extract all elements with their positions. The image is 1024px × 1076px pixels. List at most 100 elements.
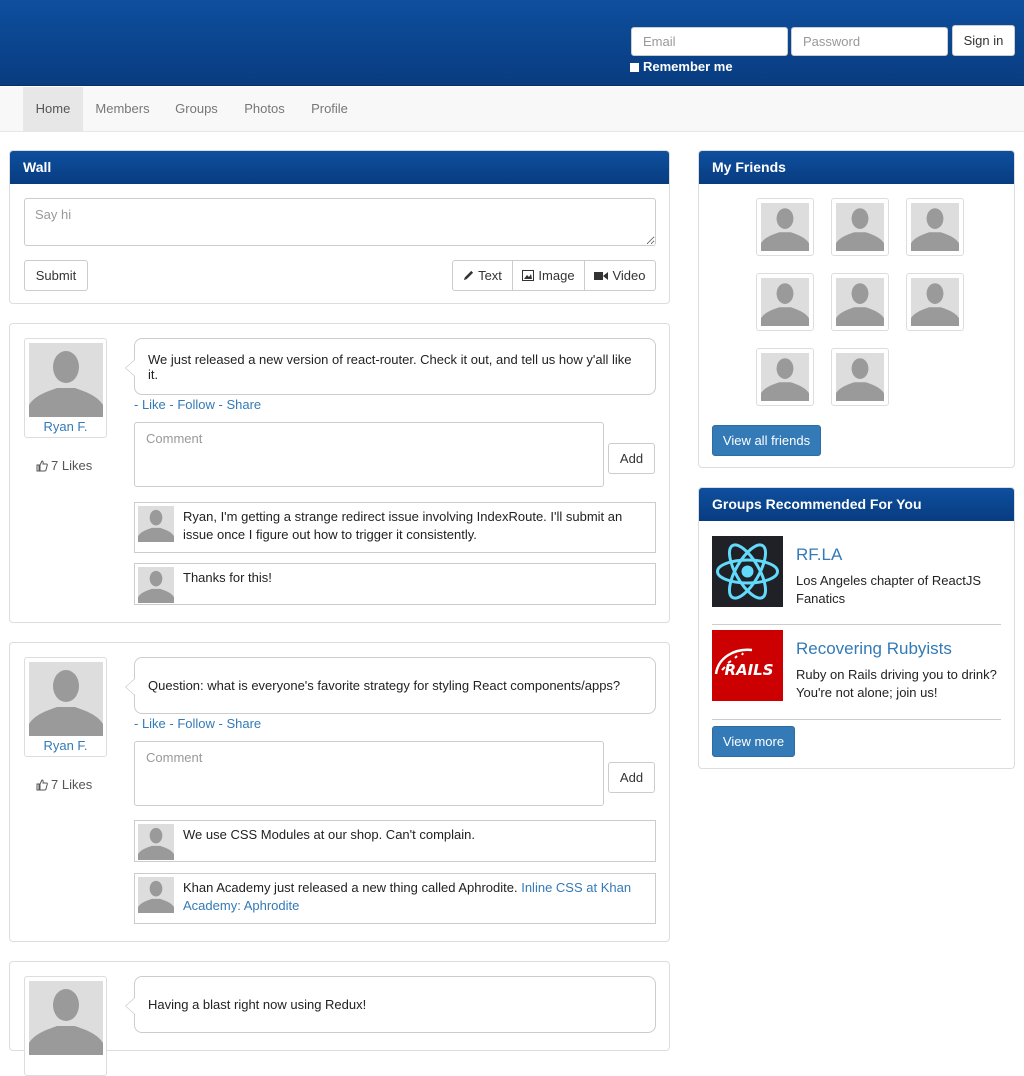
image-icon (522, 270, 535, 281)
group-name-link[interactable]: Recovering Rubyists (796, 639, 952, 659)
person-silhouette-icon (761, 358, 809, 401)
wall-post-input[interactable] (24, 198, 656, 246)
friend-avatar[interactable] (831, 348, 889, 406)
avatar (836, 278, 884, 326)
like-count: 7 Likes (36, 777, 92, 792)
reply-text: Thanks for this! (183, 570, 272, 585)
post-text: Having a blast right now using Redux! (125, 976, 656, 1033)
pencil-icon (463, 270, 474, 281)
remember-me-label: Remember me (643, 59, 733, 74)
person-silhouette-icon (29, 351, 103, 417)
person-silhouette-icon (836, 358, 884, 401)
video-type-label: Video (612, 268, 646, 283)
group-description: Los Angeles chapter of ReactJS Fanatics (796, 573, 982, 606)
nav-item-groups[interactable]: Groups (162, 87, 231, 131)
add-comment-button[interactable]: Add (608, 762, 655, 793)
author-card[interactable]: Ryan F. (24, 657, 107, 757)
text-type-label: Text (478, 268, 502, 283)
reply-text: Ryan, I'm getting a strange redirect iss… (183, 509, 623, 542)
video-type-button[interactable]: Video (584, 260, 656, 291)
nav-item-home[interactable]: Home (23, 87, 83, 131)
like-count: 7 Likes (36, 458, 92, 473)
post-text-content: We just released a new version of react-… (148, 351, 632, 382)
wall-panel: Wall Submit Text Image Video (9, 150, 670, 304)
add-comment-button[interactable]: Add (608, 443, 655, 474)
friend-avatar[interactable] (756, 198, 814, 256)
comment-input[interactable] (134, 741, 604, 806)
reply-avatar (138, 506, 174, 542)
person-silhouette-icon (836, 283, 884, 326)
group-description: Ruby on Rails driving you to drink? You'… (796, 667, 997, 700)
post-actions[interactable]: - Like - Follow - Share (134, 397, 261, 412)
person-silhouette-icon (138, 880, 174, 913)
thumbs-up-icon (36, 459, 48, 471)
like-count-label: 7 Likes (51, 777, 93, 792)
friend-avatar[interactable] (906, 273, 964, 331)
friend-avatar[interactable] (831, 273, 889, 331)
comment-input[interactable] (134, 422, 604, 487)
reply-item: Ryan, I'm getting a strange redirect iss… (134, 502, 656, 553)
avatar (29, 343, 103, 417)
checkbox-icon[interactable] (630, 63, 639, 72)
groups-title: Groups Recommended For You (699, 488, 1014, 521)
sign-in-button[interactable]: Sign in (952, 25, 1015, 56)
friend-avatar[interactable] (756, 273, 814, 331)
friend-avatar[interactable] (831, 198, 889, 256)
friends-title: My Friends (699, 151, 1014, 184)
person-silhouette-icon (836, 208, 884, 251)
react-logo-icon[interactable] (712, 536, 783, 607)
person-silhouette-icon (911, 208, 959, 251)
rails-logo-icon[interactable]: RAILS (712, 630, 783, 701)
text-type-button[interactable]: Text (452, 260, 513, 291)
avatar (761, 278, 809, 326)
image-type-label: Image (538, 268, 575, 283)
remember-me-checkbox[interactable]: Remember me (630, 59, 733, 74)
post-text-content: Question: what is everyone's favorite st… (148, 678, 621, 693)
group-divider (712, 719, 1001, 720)
author-card[interactable]: Ryan F. (24, 338, 107, 438)
author-card[interactable] (24, 976, 107, 1076)
group-divider (712, 624, 1001, 625)
view-all-friends-button[interactable]: View all friends (712, 425, 821, 456)
post-text: We just released a new version of react-… (125, 338, 656, 395)
post-text: Question: what is everyone's favorite st… (125, 657, 656, 714)
nav-item-profile[interactable]: Profile (298, 87, 361, 131)
reply-item: We use CSS Modules at our shop. Can't co… (134, 820, 656, 862)
rails-logo-text: RAILS (724, 661, 773, 679)
author-name-link[interactable]: Ryan F. (25, 419, 106, 434)
author-name-link[interactable]: Ryan F. (25, 738, 106, 753)
person-silhouette-icon (761, 283, 809, 326)
group-name-link[interactable]: RF.LA (796, 545, 842, 565)
view-more-groups-button[interactable]: View more (712, 726, 795, 757)
nav-item-members[interactable]: Members (83, 87, 162, 131)
person-silhouette-icon (138, 827, 174, 860)
wall-title: Wall (10, 151, 669, 184)
avatar (836, 353, 884, 401)
avatar (761, 203, 809, 251)
groups-panel: Groups Recommended For You RF.LA Los Ang… (698, 487, 1015, 769)
avatar (911, 203, 959, 251)
post-actions[interactable]: - Like - Follow - Share (134, 716, 261, 731)
reply-avatar (138, 567, 174, 603)
reply-avatar (138, 824, 174, 860)
thumbs-up-icon (36, 778, 48, 790)
like-count-label: 7 Likes (51, 458, 93, 473)
reply-item: Khan Academy just released a new thing c… (134, 873, 656, 924)
reply-text: Khan Academy just released a new thing c… (183, 879, 651, 915)
post-card: Ryan F. 7 Likes Question: what is everyo… (9, 642, 670, 942)
friend-avatar[interactable] (756, 348, 814, 406)
avatar (836, 203, 884, 251)
reply-text: We use CSS Modules at our shop. Can't co… (183, 827, 475, 842)
main-nav: Home Members Groups Photos Profile (0, 87, 1024, 132)
image-type-button[interactable]: Image (512, 260, 585, 291)
friend-avatar[interactable] (906, 198, 964, 256)
email-input[interactable] (631, 27, 788, 56)
reply-text-content: Khan Academy just released a new thing c… (183, 880, 522, 895)
friends-panel: My Friends View all friends (698, 150, 1015, 468)
submit-button[interactable]: Submit (24, 260, 88, 291)
nav-item-photos[interactable]: Photos (231, 87, 298, 131)
password-input[interactable] (791, 27, 948, 56)
person-silhouette-icon (29, 670, 103, 736)
avatar (761, 353, 809, 401)
person-silhouette-icon (29, 989, 103, 1055)
